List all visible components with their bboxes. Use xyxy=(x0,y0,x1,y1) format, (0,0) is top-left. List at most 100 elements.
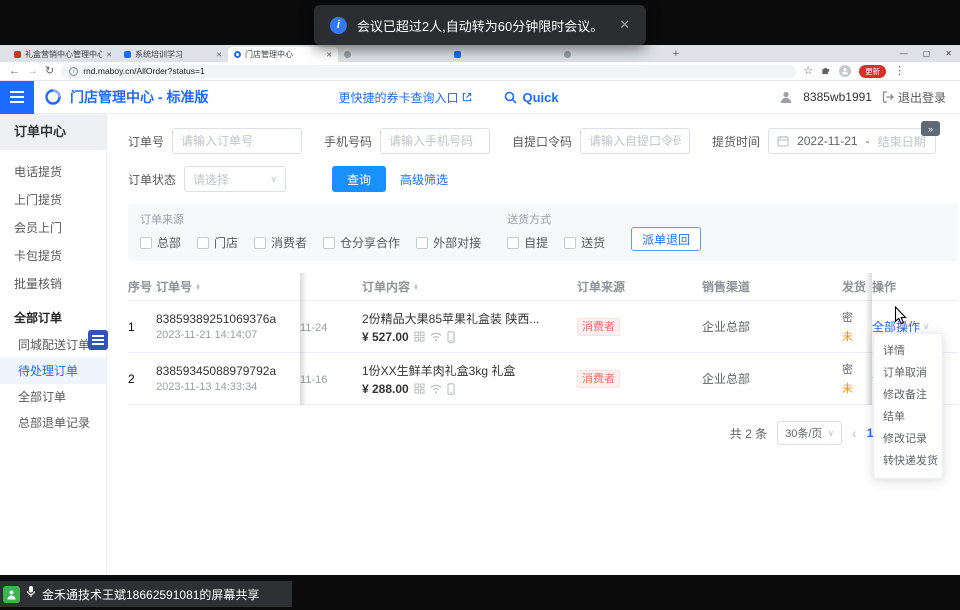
date-end-placeholder: 结束日期 xyxy=(878,133,926,150)
col-header-action: 操作 xyxy=(872,278,940,295)
checkbox-icon xyxy=(197,237,209,249)
logout-icon xyxy=(882,91,894,103)
order-source-cell: 消费者 xyxy=(577,370,702,388)
order-price: ¥ 527.00 xyxy=(362,330,409,344)
source-tag: 消费者 xyxy=(577,318,620,336)
profile-avatar[interactable] xyxy=(839,65,851,77)
chevron-down-icon: ∨ xyxy=(270,174,277,185)
screen-share-text: 金禾通技术王斌18662591081的屏幕共享 xyxy=(42,586,259,603)
browser-tab-6[interactable] xyxy=(558,47,668,62)
checkbox-source-hq[interactable]: 总部 xyxy=(140,234,181,251)
browser-menu-dots-icon[interactable]: ⋮ xyxy=(894,66,905,77)
browser-tab-3-active[interactable]: 门店管理中心 ✕ xyxy=(228,47,338,62)
sort-icons[interactable]: ▲▼ xyxy=(195,285,201,292)
pagination: 共 2 条 30条/页 ∨ ‹ 1 › xyxy=(128,421,888,445)
browser-tab-2[interactable]: 系统培训学习 ✕ xyxy=(118,47,228,62)
checkbox-icon xyxy=(416,237,428,249)
window-controls: — ▢ ✕ xyxy=(900,45,952,62)
sort-icons[interactable]: ▲▼ xyxy=(413,285,419,292)
menu-item-details[interactable]: 详情 xyxy=(874,340,942,362)
checkbox-source-share-coop[interactable]: 仓分享合作 xyxy=(323,234,400,251)
advanced-filter-link[interactable]: 高级筛选 xyxy=(400,171,448,188)
checkbox-source-store[interactable]: 门店 xyxy=(197,234,238,251)
checkbox-source-external[interactable]: 外部对接 xyxy=(416,234,481,251)
browser-tab-4[interactable] xyxy=(338,47,448,62)
shared-screen: 礼盒营销中心管理中心 ✕ 系统培训学习 ✕ 门店管理中心 ✕ xyxy=(0,0,960,610)
browser-tab-1[interactable]: 礼盒营销中心管理中心 ✕ xyxy=(8,47,118,62)
phone-icon xyxy=(447,383,455,395)
sidebar-item-phone-pickup[interactable]: 电话提货 xyxy=(0,158,106,186)
quick-search-link[interactable]: Quick xyxy=(504,90,558,105)
menu-item-switch-express[interactable]: 转快递发货 xyxy=(874,450,942,472)
sales-channel-cell: 企业总部 xyxy=(702,318,842,335)
phone-icon xyxy=(447,331,455,343)
page-size-select[interactable]: 30条/页 ∨ xyxy=(777,421,842,445)
pickup-end-date: 11-16 xyxy=(300,374,362,386)
order-no-cell: 83859345088979792a 2023-11-13 14:33:34 xyxy=(156,364,300,393)
tab-favicon xyxy=(564,51,571,58)
menu-item-settle[interactable]: 结单 xyxy=(874,406,942,428)
sidebar-item-card-pickup[interactable]: 卡包提货 xyxy=(0,242,106,270)
pickup-time-cell: 11-24 xyxy=(300,319,362,334)
tab-close-icon[interactable]: ✕ xyxy=(326,51,332,59)
toast-close-icon[interactable]: ✕ xyxy=(619,17,630,33)
checkbox-delivery-delivery[interactable]: 送货 xyxy=(564,234,605,251)
row-index: 2 xyxy=(128,372,156,386)
hamburger-menu-icon[interactable] xyxy=(0,81,34,114)
tab-close-icon[interactable]: ✕ xyxy=(106,51,112,59)
prev-page-button[interactable]: ‹ xyxy=(852,425,857,441)
address-bar-actions: ☆ 更新 ⋮ xyxy=(803,65,905,78)
pickup-code-label: 自提口令码 xyxy=(512,133,572,150)
tab-favicon xyxy=(344,51,351,58)
dispatch-return-button[interactable]: 派单退回 xyxy=(631,227,701,251)
back-icon[interactable]: ← xyxy=(9,66,20,77)
order-created-time: 2023-11-13 14:33:34 xyxy=(156,381,300,393)
col-header-order-no[interactable]: 订单号▲▼ xyxy=(156,278,300,295)
panel-collapse-button[interactable]: » xyxy=(921,121,940,136)
sidebar-item-member-visit[interactable]: 会员上门 xyxy=(0,214,106,242)
menu-item-edit-remark[interactable]: 修改备注 xyxy=(874,384,942,406)
browser-update-badge[interactable]: 更新 xyxy=(859,65,886,78)
menu-item-cancel-order[interactable]: 订单取消 xyxy=(874,362,942,384)
sidebar-list-float-button[interactable] xyxy=(88,330,108,350)
window-close-button[interactable]: ✕ xyxy=(945,49,952,58)
checkbox-source-consumer[interactable]: 消费者 xyxy=(254,234,307,251)
coupon-query-link[interactable]: 更快捷的券卡查询入口 xyxy=(338,89,472,106)
sidebar-item-hq-return-records[interactable]: 总部退单记录 xyxy=(0,410,106,436)
browser-tab-5[interactable] xyxy=(448,47,558,62)
tab-favicon xyxy=(234,51,241,58)
sidebar-item-all-orders[interactable]: 全部订单 xyxy=(0,384,106,410)
external-link-icon xyxy=(462,92,472,102)
username[interactable]: 8385wb1991 xyxy=(803,90,872,104)
chevron-down-icon: ∨ xyxy=(827,428,834,439)
order-status-select[interactable]: 请选择 ∨ xyxy=(184,166,286,192)
window-maximize-button[interactable]: ▢ xyxy=(923,49,931,58)
sidebar-item-door-pickup[interactable]: 上门提货 xyxy=(0,186,106,214)
search-button[interactable]: 查询 xyxy=(332,166,386,192)
menu-item-edit-records[interactable]: 修改记录 xyxy=(874,428,942,450)
phone-input[interactable] xyxy=(380,128,490,154)
site-info-icon[interactable]: i xyxy=(69,67,78,76)
window-minimize-button[interactable]: — xyxy=(900,49,908,58)
grid-icon xyxy=(414,331,425,342)
tab-close-icon[interactable]: ✕ xyxy=(216,51,222,59)
pickup-date-range-picker[interactable]: 2022-11-21 - 结束日期 xyxy=(768,128,936,154)
user-avatar-icon xyxy=(779,90,793,104)
new-tab-button[interactable]: + xyxy=(668,48,684,62)
extensions-puzzle-icon[interactable] xyxy=(821,65,831,78)
sidebar-item-pending-orders-selected[interactable]: 待处理订单 xyxy=(0,358,106,384)
reload-icon[interactable]: ↻ xyxy=(45,66,54,77)
pickup-code-input[interactable] xyxy=(580,128,690,154)
checkbox-icon xyxy=(140,237,152,249)
microphone-icon[interactable] xyxy=(26,585,36,603)
order-no-input[interactable] xyxy=(172,128,302,154)
sidebar-group-all-orders[interactable]: 全部订单 xyxy=(0,304,106,332)
sidebar-item-batch-verify[interactable]: 批量核销 xyxy=(0,270,106,298)
logout-button[interactable]: 退出登录 xyxy=(882,89,946,106)
col-header-content[interactable]: 订单内容▲▼ xyxy=(362,278,577,295)
checkbox-delivery-selfpickup[interactable]: 自提 xyxy=(507,234,548,251)
col-header-index: 序号 xyxy=(128,278,156,295)
bookmark-star-icon[interactable]: ☆ xyxy=(803,66,813,77)
url-omnibox[interactable]: i rnd.maboy.cn/AllOrder?status=1 xyxy=(61,65,796,78)
forward-icon[interactable]: → xyxy=(27,66,38,77)
